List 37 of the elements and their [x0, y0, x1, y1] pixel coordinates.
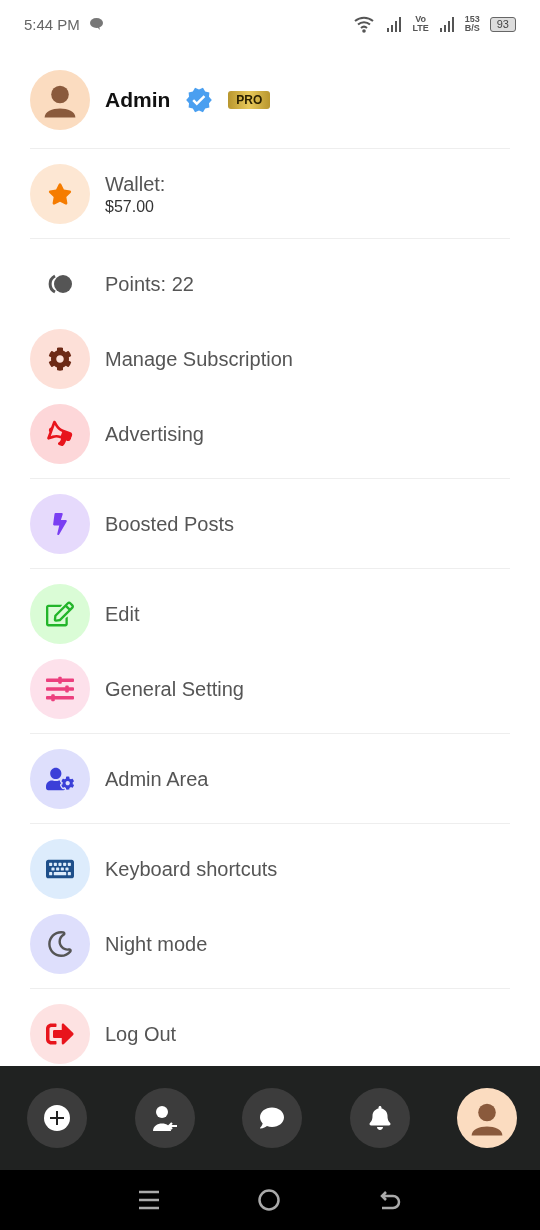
menu-item-label[interactable]: Boosted Posts — [105, 512, 234, 536]
home-icon[interactable] — [258, 1189, 280, 1211]
menu-item-label[interactable]: Edit — [105, 602, 140, 626]
chat-bubble-icon — [89, 18, 103, 30]
back-icon[interactable] — [378, 1190, 401, 1210]
network-type: LTE — [412, 24, 429, 33]
user-name: Admin — [105, 88, 171, 112]
network-speed: 153 — [464, 15, 480, 24]
menu-item-label[interactable]: General Setting — [105, 677, 244, 701]
speed-unit: B/S — [464, 24, 480, 33]
menu-item-label[interactable]: Log Out — [105, 1022, 177, 1046]
moon-icon — [47, 931, 73, 957]
wallet-balance: $57.00 — [105, 197, 155, 216]
star-icon — [48, 182, 72, 206]
signal-icon — [386, 16, 403, 32]
bell-icon — [367, 1106, 392, 1130]
menu-item-label[interactable]: Points: 22 — [105, 272, 194, 296]
gear-icon — [48, 347, 72, 371]
menu-icon[interactable] — [139, 1190, 160, 1210]
pro-badge: PRO — [228, 91, 271, 109]
menu-item-label[interactable]: Night mode — [105, 932, 208, 956]
status-time: 5:44 PM — [24, 15, 80, 33]
battery-level: 93 — [489, 16, 516, 32]
wallet-label: Wallet: — [105, 172, 166, 196]
menu-item-label[interactable]: Keyboard shortcuts — [105, 857, 278, 881]
menu-item-label[interactable]: Manage Subscription — [105, 347, 293, 371]
add-icon — [44, 1105, 70, 1131]
signal-icon — [438, 16, 455, 32]
user-arrow-icon — [151, 1105, 178, 1131]
chat-icon — [260, 1106, 284, 1130]
menu-item-label[interactable]: Admin Area — [105, 767, 209, 791]
sliders-icon — [46, 675, 74, 703]
user-gear-icon — [46, 765, 74, 793]
network-type: Vo — [415, 15, 426, 24]
menu-item-label[interactable]: Advertising — [105, 422, 204, 446]
edit-icon — [46, 600, 74, 628]
profile-tab[interactable] — [457, 1088, 517, 1148]
